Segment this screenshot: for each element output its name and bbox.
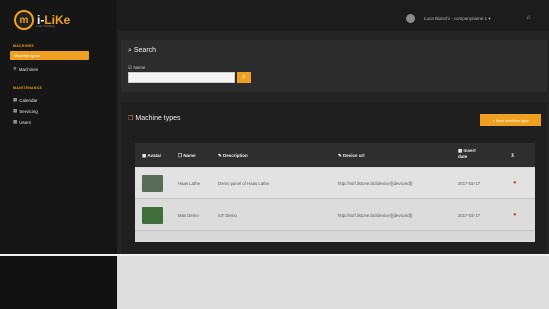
sidebar-item-machine-types[interactable]: Machine types	[10, 51, 89, 60]
nav-section-maintenance: MAINTENANCE	[13, 86, 43, 90]
logo-tagline: Lean Thinking	[36, 24, 55, 28]
checkbox-icon: ☑	[128, 65, 133, 70]
sidebar-item-label: Machines	[18, 66, 39, 72]
delete-icon[interactable]: ●	[513, 180, 517, 186]
sidebar-item-calendar[interactable]: ▦ Calendar	[13, 97, 38, 103]
pencil-icon: ✎	[218, 153, 222, 158]
device-url: http://ssrf.ilstone.biz/device/{{deviceI…	[338, 213, 413, 218]
sidebar-item-label: Servicing	[19, 108, 38, 114]
sidebar-item-label: Users	[19, 119, 32, 125]
table-row[interactable]: Mas Demo IoT Demo http://ssrf.ilstone.bi…	[135, 200, 535, 231]
machine-name: Mas Demo	[178, 213, 199, 218]
sidebar-item-machines[interactable]: ✲ Machines	[13, 66, 38, 72]
column-name[interactable]: ❐ Name	[178, 153, 196, 159]
search-panel	[121, 40, 547, 92]
sidebar-item-servicing[interactable]: ▦ Servicing	[13, 108, 38, 114]
calendar-icon: ▦	[458, 148, 463, 153]
name-search-input[interactable]	[128, 72, 235, 83]
user-menu[interactable]: Luca Bianchi - companyname 1 ▾	[424, 16, 491, 22]
search-icon: ⌕	[242, 74, 246, 80]
sidebar-footer	[0, 254, 117, 309]
cogs-icon: ✲	[13, 66, 17, 71]
insert-date: 2017-02-17	[458, 213, 480, 218]
machine-avatar	[142, 175, 163, 192]
device-url: http://ssrf.ilstone.biz/device/{{deviceI…	[338, 181, 413, 186]
calendar-icon: ▦	[13, 97, 18, 102]
sitemap-icon: ⊼	[511, 153, 515, 158]
user-avatar[interactable]	[406, 14, 415, 23]
column-actions: ⊼	[511, 153, 514, 159]
search-icon: ⌕	[128, 47, 132, 54]
machine-description: IoT Demo	[218, 213, 237, 218]
logo-icon: m	[14, 10, 34, 30]
table-header: ▣ Avatar ❐ Name ✎ Description ✎ Device u…	[135, 143, 535, 167]
search-button[interactable]: ⌕	[237, 72, 251, 83]
wrench-icon: ▦	[13, 108, 18, 113]
image-icon: ▣	[142, 153, 147, 158]
name-label: ☑ Name	[128, 65, 146, 70]
search-title: ⌕ Search	[128, 47, 157, 54]
sidebar-item-label: Calendar	[19, 97, 38, 103]
table-row[interactable]: Haas Lathe Demo panel of Haas Lathe http…	[135, 168, 535, 199]
column-avatar[interactable]: ▣ Avatar	[142, 153, 161, 159]
column-insert-date[interactable]: ▦ Insert date	[458, 148, 480, 160]
folder-icon: ❐	[178, 153, 183, 158]
bell-icon[interactable]: ♫	[526, 15, 531, 21]
column-description[interactable]: ✎ Description	[218, 153, 248, 159]
page-fold-divider	[0, 254, 549, 256]
new-machine-type-button[interactable]: + New machine type	[480, 114, 541, 126]
column-device-url[interactable]: ✎ Device url	[338, 153, 365, 159]
machine-types-title: ❐ Machine types	[128, 115, 181, 122]
sidebar-item-users[interactable]: ▩ Users	[13, 119, 31, 125]
content-footer	[117, 254, 549, 309]
insert-date: 2017-02-17	[458, 181, 480, 186]
machine-description: Demo panel of Haas Lathe	[218, 181, 270, 186]
folder-icon: ❐	[128, 116, 134, 122]
sidebar-item-label: Machine types	[14, 53, 40, 58]
delete-icon[interactable]: ●	[513, 212, 517, 218]
users-icon: ▩	[13, 119, 18, 124]
machine-avatar	[142, 207, 163, 224]
machine-name: Haas Lathe	[178, 181, 200, 186]
nav-section-machines: MACHINES	[13, 44, 35, 48]
link-icon: ✎	[338, 153, 342, 158]
